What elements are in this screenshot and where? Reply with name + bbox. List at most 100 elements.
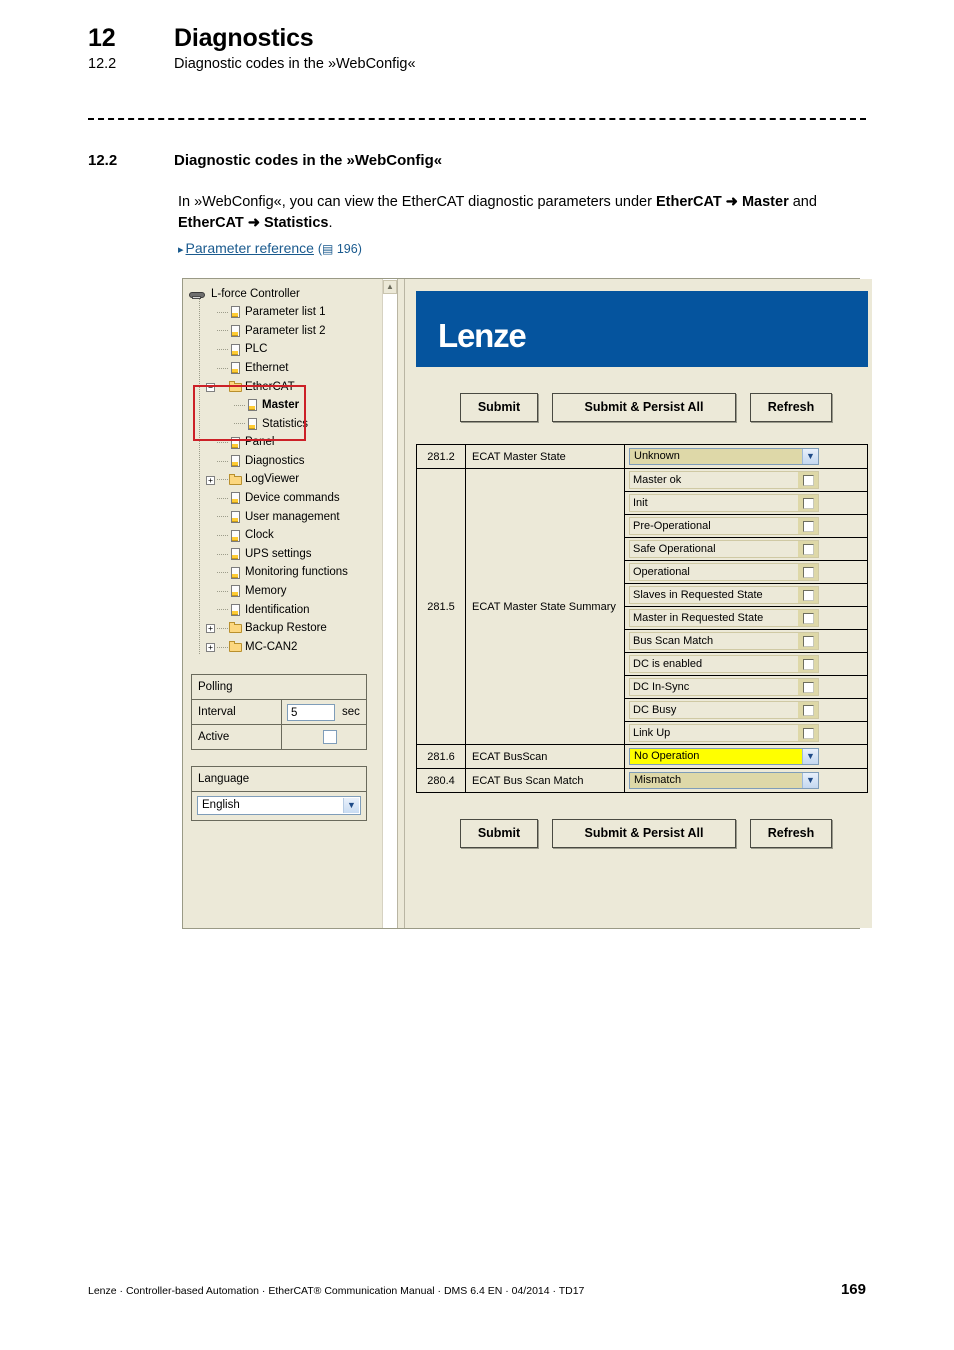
- tree-item-label: Identification: [245, 603, 310, 616]
- tree-item-monitoring-functions[interactable]: Monitoring functions: [206, 564, 382, 583]
- tree-connector: [217, 627, 228, 630]
- status-flag-checkbox[interactable]: [798, 725, 818, 741]
- document-icon: [229, 548, 242, 561]
- status-flag-row: Init: [629, 494, 819, 512]
- chevron-down-icon[interactable]: ▼: [802, 449, 818, 464]
- chevron-down-icon[interactable]: ▼: [343, 798, 359, 813]
- parameter-reference-link[interactable]: Parameter reference: [186, 240, 314, 256]
- status-flag-checkbox[interactable]: [798, 518, 818, 534]
- checkbox-icon: [802, 566, 814, 578]
- cross-reference[interactable]: ▸ Parameter reference (▤ 196): [178, 240, 362, 256]
- top-button-row: Submit Submit & Persist All Refresh: [460, 393, 870, 422]
- language-panel: Language English ▼: [191, 766, 367, 821]
- document-icon: [229, 529, 242, 543]
- tree-item-parameter-list-1[interactable]: Parameter list 1: [206, 304, 382, 323]
- bottom-button-row: Submit Submit & Persist All Refresh: [460, 819, 870, 848]
- tree-item-label: Parameter list 1: [245, 306, 326, 319]
- tree-item-mc-can2[interactable]: + MC-CAN2: [206, 638, 382, 657]
- refresh-button-top[interactable]: Refresh: [750, 393, 832, 422]
- tree-item-plc[interactable]: PLC: [206, 341, 382, 360]
- table-row: 281.5 ECAT Master State Summary Master ok: [416, 468, 868, 745]
- document-icon: [229, 436, 242, 450]
- status-flag-checkbox[interactable]: [798, 610, 818, 626]
- refresh-button-bottom[interactable]: Refresh: [750, 819, 832, 848]
- tree-item-label: L-force Controller: [211, 287, 300, 300]
- status-flag-checkbox[interactable]: [798, 495, 818, 511]
- header-divider: [88, 118, 866, 120]
- table-row: 281.6 ECAT BusScan No Operation ▼: [416, 744, 868, 769]
- xref-page-number: 196: [336, 242, 358, 256]
- expand-icon[interactable]: +: [206, 643, 215, 653]
- tree-item-logviewer[interactable]: + LogViewer: [206, 471, 382, 490]
- submit-persist-all-button-bottom[interactable]: Submit & Persist All: [552, 819, 736, 848]
- polling-interval-row: Interval 5 sec: [192, 700, 366, 725]
- collapse-icon[interactable]: −: [206, 382, 215, 392]
- chevron-down-icon[interactable]: ▼: [802, 749, 818, 764]
- tree-item-diagnostics[interactable]: Diagnostics: [206, 452, 382, 471]
- status-flag-checkbox[interactable]: [798, 656, 818, 672]
- tree-item-memory[interactable]: Memory: [206, 583, 382, 602]
- status-flag-label: DC Busy: [633, 704, 677, 716]
- status-flag-checkbox[interactable]: [798, 679, 818, 695]
- status-flag-label: Slaves in Requested State: [633, 589, 763, 601]
- polling-active-checkbox[interactable]: [323, 730, 337, 744]
- polling-active-label: Active: [192, 725, 282, 749]
- checkbox-icon: [802, 727, 814, 739]
- status-flag-checkbox[interactable]: [798, 587, 818, 603]
- polling-active-row: Active: [192, 725, 366, 749]
- submit-persist-all-button-top[interactable]: Submit & Persist All: [552, 393, 736, 422]
- status-flag-row: Pre-Operational: [629, 517, 819, 535]
- expand-icon[interactable]: +: [206, 624, 215, 634]
- status-flag-checkbox[interactable]: [798, 472, 818, 488]
- tree-item-label: Backup Restore: [245, 622, 327, 635]
- status-flag-row: Safe Operational: [629, 540, 819, 558]
- scroll-up-icon[interactable]: ▲: [383, 280, 397, 294]
- tree-item-l-force-controller[interactable]: L-force Controller: [189, 285, 382, 304]
- tree-item-label: Memory: [245, 585, 287, 598]
- running-head-chapter-title: Diagnostics: [174, 24, 314, 52]
- tree-item-panel[interactable]: Panel: [206, 434, 382, 453]
- tree-item-clock[interactable]: Clock: [206, 527, 382, 546]
- tree-connector: [217, 497, 228, 500]
- parameter-name: ECAT Bus Scan Match: [465, 768, 625, 793]
- value-select[interactable]: Unknown ▼: [629, 448, 819, 465]
- tree-item-ups-settings[interactable]: UPS settings: [206, 545, 382, 564]
- language-select[interactable]: English ▼: [197, 796, 361, 815]
- status-flag-label: Safe Operational: [633, 543, 716, 555]
- tree-item-label: Monitoring functions: [245, 566, 348, 579]
- status-flag-checkbox[interactable]: [798, 564, 818, 580]
- tree-item-ethernet[interactable]: Ethernet: [206, 359, 382, 378]
- value-select[interactable]: Mismatch ▼: [629, 772, 819, 789]
- document-icon: [229, 566, 242, 580]
- webconfig-screenshot: L-force Controller Parameter list 1 Parame…: [182, 278, 872, 929]
- tree-connector: [234, 404, 245, 407]
- status-flag-checkbox[interactable]: [798, 702, 818, 718]
- tree-item-ethercat[interactable]: − EtherCAT: [206, 378, 382, 397]
- lenze-logo: Lenze: [438, 317, 527, 354]
- status-flag-row: DC In-Sync: [629, 678, 819, 696]
- tree-item-label: Parameter list 2: [245, 324, 326, 337]
- polling-interval-input[interactable]: 5: [287, 703, 335, 721]
- tree-item-user-management[interactable]: User management: [206, 508, 382, 527]
- value-select[interactable]: No Operation ▼: [629, 748, 819, 765]
- tree-item-parameter-list-2[interactable]: Parameter list 2: [206, 322, 382, 341]
- status-flag-checkbox[interactable]: [798, 633, 818, 649]
- expand-icon[interactable]: +: [206, 475, 215, 485]
- tree-connector: [217, 590, 228, 593]
- tree-item-backup-restore[interactable]: + Backup Restore: [206, 620, 382, 639]
- tree-item-master[interactable]: Master: [223, 397, 382, 416]
- document-icon: [229, 324, 242, 338]
- parameter-code: 281.6: [416, 744, 466, 769]
- status-flag-checkbox[interactable]: [798, 541, 818, 557]
- tree-item-statistics[interactable]: Statistics: [223, 415, 382, 434]
- checkbox-icon: [802, 589, 814, 601]
- tree-item-device-commands[interactable]: Device commands: [206, 490, 382, 509]
- tree-connector: [217, 349, 228, 351]
- submit-button-bottom[interactable]: Submit: [460, 819, 538, 848]
- tree-item-label: Master: [262, 399, 300, 412]
- submit-button-top[interactable]: Submit: [460, 393, 538, 422]
- chevron-down-icon[interactable]: ▼: [802, 773, 818, 788]
- tree-item-identification[interactable]: Identification: [206, 601, 382, 620]
- folder-icon: [229, 473, 242, 487]
- tree-scrollbar[interactable]: ▲: [382, 279, 397, 928]
